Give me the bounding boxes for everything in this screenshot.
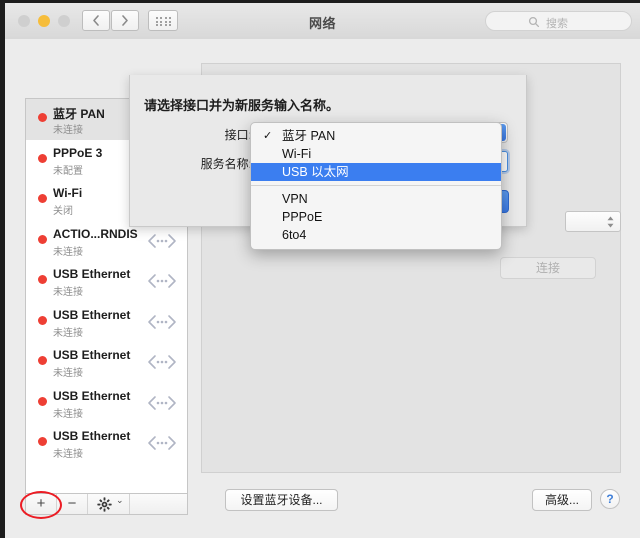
menu-item-pppoe[interactable]: PPPoE (251, 208, 501, 226)
status-dot (38, 234, 47, 244)
service-list-item[interactable]: USB Ethernet 未连接 (26, 261, 187, 302)
service-options-button[interactable]: ⌄ (88, 494, 130, 514)
menu-item-usb-ethernet[interactable]: USB 以太网 (251, 163, 501, 181)
toolbar-filler (130, 494, 187, 514)
service-name: USB Ethernet (53, 429, 131, 443)
service-name: USB Ethernet (53, 267, 131, 281)
sheet-headline: 请选择接口并为新服务输入名称。 (144, 98, 340, 113)
menu-separator (251, 185, 501, 186)
window-body: 连接 蓝牙 PAN 未连接 PPPoE 3 未配置 Wi-Fi 关闭 ACTIO… (5, 39, 640, 538)
add-service-label: + (36, 495, 46, 512)
service-list-item[interactable]: USB Ethernet 未连接 (26, 423, 187, 464)
service-status: 未连接 (53, 327, 83, 339)
service-status: 未连接 (53, 408, 83, 420)
service-status: 未连接 (53, 287, 83, 298)
status-dot (38, 315, 47, 325)
add-service-button[interactable]: + (26, 494, 57, 514)
interface-label: 接口: (224, 128, 252, 142)
menu-item-label: PPPoE (282, 210, 323, 224)
service-list-item[interactable]: USB Ethernet 未连接 (26, 342, 187, 383)
help-button[interactable]: ? (600, 489, 620, 509)
stepper-arrows-icon (607, 216, 614, 228)
ethernet-icon (148, 314, 176, 329)
service-name: USB Ethernet (53, 388, 131, 403)
status-dot (38, 396, 47, 406)
window-titlebar: 网络 搜索 (5, 3, 640, 40)
menu-item-wifi[interactable]: Wi-Fi (251, 145, 501, 163)
chevron-down-icon: ⌄ (116, 495, 124, 505)
interface-popup-menu[interactable]: ✓ 蓝牙 PAN Wi-Fi USB 以太网 VPN PPPoE 6to4 (250, 122, 502, 250)
service-status: 未配置 (53, 165, 83, 177)
connect-button: 连接 (500, 257, 596, 279)
network-preferences-window: 网络 搜索 连接 蓝牙 PAN 未连接 PPPoE 3 未配置 Wi-Fi 关闭… (5, 3, 640, 538)
status-dot (38, 194, 47, 203)
check-icon: ✓ (263, 130, 273, 142)
service-name: USB Ethernet (53, 307, 131, 322)
remove-service-label: − (67, 495, 77, 512)
advanced-button[interactable]: 高级... (532, 489, 592, 511)
service-status: 未连接 (53, 449, 83, 460)
menu-item-label: 蓝牙 PAN (282, 129, 336, 143)
menu-item-bluetooth-pan[interactable]: ✓ 蓝牙 PAN (251, 127, 501, 145)
status-dot (38, 437, 47, 446)
status-dot (38, 113, 47, 122)
service-status: 未连接 (53, 125, 83, 136)
service-name: ACTIO...RNDIS (53, 226, 138, 241)
search-placeholder: 搜索 (546, 18, 568, 30)
ethernet-icon (148, 274, 176, 288)
service-name: PPPoE 3 (53, 145, 103, 160)
ethernet-icon (148, 436, 176, 450)
service-name: Wi-Fi (53, 186, 83, 200)
service-name-label: 服务名称: (200, 157, 252, 171)
service-list-item[interactable]: USB Ethernet 未连接 (26, 302, 187, 343)
service-list-item[interactable]: USB Ethernet 未连接 (26, 383, 187, 424)
service-status: 未连接 (53, 368, 83, 379)
ethernet-icon (148, 395, 176, 410)
ethernet-icon (148, 355, 176, 369)
menu-item-label: VPN (282, 192, 308, 206)
detail-stepper[interactable] (565, 211, 621, 232)
remove-service-button[interactable]: − (57, 494, 88, 514)
menu-item-label: USB 以太网 (282, 165, 349, 179)
gear-icon (97, 497, 112, 512)
search-input[interactable]: 搜索 (485, 11, 632, 31)
service-name: USB Ethernet (53, 348, 131, 362)
ethernet-icon (148, 233, 176, 248)
service-list-toolbar: + − ⌄ (25, 494, 188, 515)
status-dot (38, 275, 47, 284)
search-icon (528, 16, 540, 28)
menu-item-label: Wi-Fi (282, 147, 312, 161)
status-dot (38, 153, 47, 163)
service-status: 未连接 (53, 246, 83, 258)
menu-item-6to4[interactable]: 6to4 (251, 226, 501, 244)
bluetooth-setup-button[interactable]: 设置蓝牙设备... (225, 489, 338, 511)
service-name: 蓝牙 PAN (53, 107, 105, 121)
status-dot (38, 356, 47, 365)
menu-item-vpn[interactable]: VPN (251, 190, 501, 208)
menu-item-label: 6to4 (282, 228, 307, 242)
service-status: 关闭 (53, 206, 73, 217)
